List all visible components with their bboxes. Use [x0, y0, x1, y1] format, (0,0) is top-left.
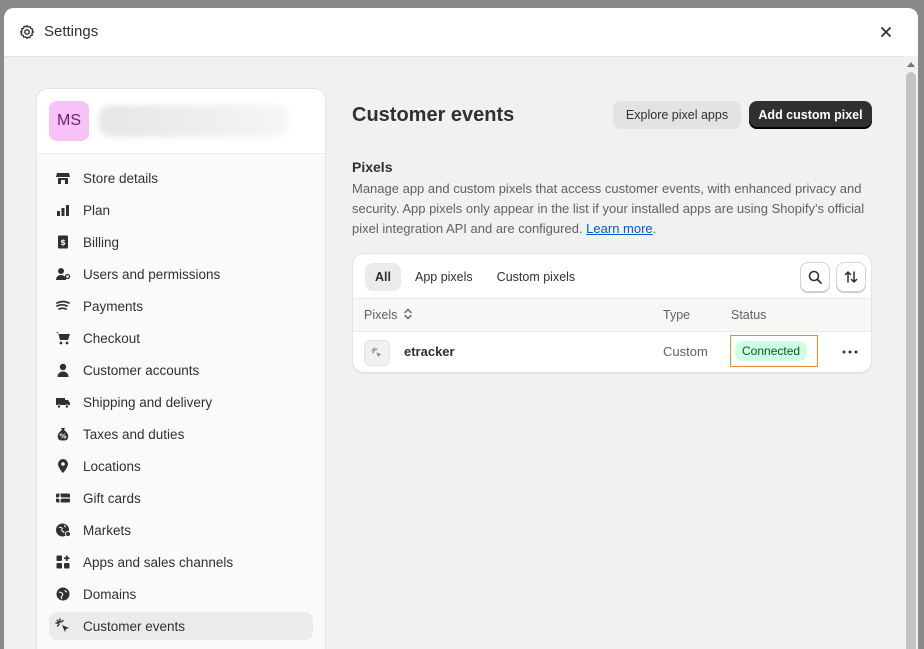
- explore-pixel-apps-button[interactable]: Explore pixel apps: [613, 101, 741, 129]
- sort-chevron-icon: [404, 308, 412, 320]
- domain-globe-icon: [56, 587, 70, 601]
- cart-icon: [56, 332, 70, 345]
- sidebar-item-checkout[interactable]: Checkout: [49, 324, 313, 352]
- column-header-status: Status: [731, 308, 767, 322]
- users-icon: [56, 268, 71, 280]
- pixel-thumbnail: [364, 340, 390, 366]
- scroll-up-arrow-icon[interactable]: [907, 62, 915, 67]
- search-button[interactable]: [800, 262, 830, 292]
- truck-icon: [56, 398, 70, 409]
- svg-text:$: $: [60, 238, 66, 247]
- filter-tabs: All App pixels Custom pixels: [365, 263, 589, 291]
- settings-nav: Store details Plan $ Billing Users and p…: [37, 154, 325, 640]
- sidebar-item-label: Payments: [83, 298, 144, 314]
- store-icon: [56, 173, 70, 184]
- sidebar-item-label: Customer accounts: [83, 362, 200, 378]
- location-pin-icon: [58, 459, 68, 473]
- store-avatar: MS: [49, 101, 89, 141]
- sidebar-item-label: Users and permissions: [83, 266, 221, 282]
- title-bar: Settings: [4, 8, 918, 57]
- apps-icon: [56, 555, 70, 569]
- billing-icon: $: [58, 235, 68, 249]
- sidebar-item-plan[interactable]: Plan: [49, 196, 313, 224]
- status-badge: Connected: [735, 341, 808, 361]
- sidebar-item-store-details[interactable]: Store details: [49, 164, 313, 192]
- sidebar-item-taxes[interactable]: % Taxes and duties: [49, 420, 313, 448]
- settings-sidebar: MS Store details Plan $ Billing Users an…: [36, 88, 326, 649]
- pixels-card: All App pixels Custom pixels Pixels Type…: [352, 253, 872, 373]
- tab-app-pixels[interactable]: App pixels: [405, 263, 483, 291]
- sidebar-item-label: Customer events: [83, 618, 186, 634]
- gear-icon: [19, 24, 35, 40]
- sidebar-item-label: Apps and sales channels: [83, 554, 234, 570]
- svg-text:%: %: [59, 433, 66, 441]
- plan-icon: [57, 205, 69, 216]
- pixel-type: Custom: [663, 344, 708, 359]
- section-title: Pixels: [352, 159, 393, 175]
- sidebar-item-payments[interactable]: Payments: [49, 292, 313, 320]
- settings-window: Settings MS Store details Plan $ Billing: [4, 8, 918, 649]
- sidebar-item-label: Store details: [83, 170, 159, 186]
- money-bag-icon: %: [57, 428, 69, 441]
- sidebar-item-label: Plan: [83, 202, 111, 218]
- sidebar-item-gift-cards[interactable]: Gift cards: [49, 484, 313, 512]
- scrollbar-thumb[interactable]: [906, 72, 916, 649]
- column-header-type: Type: [663, 308, 691, 322]
- section-description: Manage app and custom pixels that access…: [352, 181, 865, 236]
- sidebar-item-label: Taxes and duties: [83, 426, 185, 442]
- window-title: Settings: [44, 23, 99, 40]
- sidebar-item-locations[interactable]: Locations: [49, 452, 313, 480]
- learn-more-link[interactable]: Learn more: [586, 221, 652, 236]
- payments-icon: [56, 300, 70, 310]
- person-icon: [57, 363, 69, 377]
- tab-custom-pixels[interactable]: Custom pixels: [487, 263, 586, 291]
- pixel-name[interactable]: etracker: [404, 344, 455, 359]
- scrollbar[interactable]: [904, 56, 918, 649]
- sidebar-item-domains[interactable]: Domains: [49, 580, 313, 608]
- store-header[interactable]: MS: [37, 89, 325, 154]
- status-highlight: Connected: [730, 335, 818, 367]
- sidebar-item-label: Billing: [83, 234, 120, 250]
- more-actions-icon[interactable]: [841, 344, 859, 360]
- sidebar-item-customer-accounts[interactable]: Customer accounts: [49, 356, 313, 384]
- sidebar-item-label: Locations: [83, 458, 141, 474]
- tab-all[interactable]: All: [365, 263, 401, 291]
- gift-card-icon: [56, 493, 70, 503]
- sidebar-item-apps[interactable]: Apps and sales channels: [49, 548, 313, 576]
- sidebar-item-label: Gift cards: [83, 490, 141, 506]
- table-row[interactable]: etracker Custom Connected: [353, 332, 871, 372]
- sidebar-item-label: Checkout: [83, 330, 141, 346]
- globe-icon: [56, 523, 71, 537]
- sidebar-item-billing[interactable]: $ Billing: [49, 228, 313, 256]
- search-icon: [808, 270, 822, 284]
- page-title: Customer events: [352, 104, 515, 126]
- store-name-redacted: [99, 105, 289, 137]
- sort-arrows-icon: [844, 271, 858, 283]
- sidebar-item-shipping[interactable]: Shipping and delivery: [49, 388, 313, 416]
- column-header-pixels[interactable]: Pixels: [364, 308, 413, 322]
- cursor-click-icon: [371, 347, 382, 358]
- table-header: Pixels Type Status: [353, 298, 871, 332]
- column-header-pixels-label: Pixels: [364, 308, 398, 322]
- add-custom-pixel-button[interactable]: Add custom pixel: [749, 101, 872, 129]
- close-icon[interactable]: [878, 24, 894, 40]
- sort-button[interactable]: [836, 262, 866, 292]
- sidebar-item-label: Markets: [83, 522, 132, 538]
- sidebar-item-markets[interactable]: Markets: [49, 516, 313, 544]
- cursor-click-icon: [55, 618, 69, 632]
- sidebar-item-label: Shipping and delivery: [83, 394, 213, 410]
- sidebar-item-users[interactable]: Users and permissions: [49, 260, 313, 288]
- sidebar-item-label: Domains: [83, 586, 137, 602]
- sidebar-item-customer-events[interactable]: Customer events: [49, 612, 313, 640]
